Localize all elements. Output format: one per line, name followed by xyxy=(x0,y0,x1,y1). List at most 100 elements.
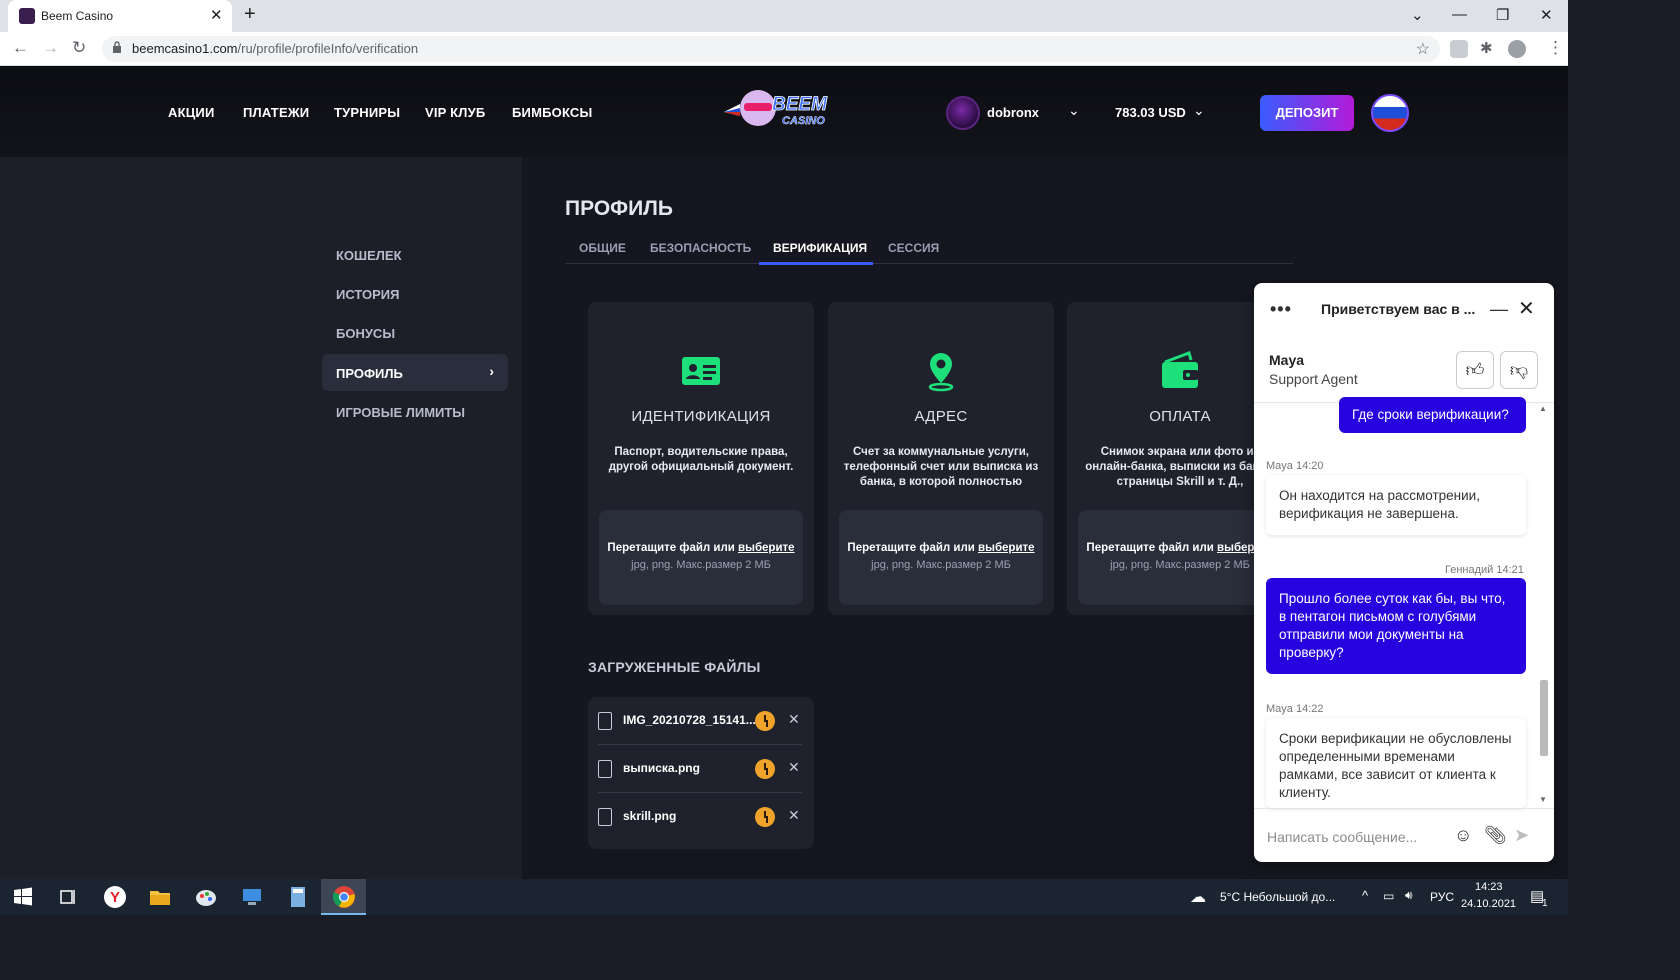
minimize-window-icon[interactable]: — xyxy=(1452,6,1467,23)
tab-security[interactable]: БЕЗОПАСНОСТЬ xyxy=(650,241,751,255)
close-tab-icon[interactable]: ✕ xyxy=(210,6,223,24)
balance-chevron-icon[interactable]: ⌄ xyxy=(1193,102,1205,119)
message-meta: Maya 14:20 xyxy=(1266,460,1324,472)
delete-file-icon[interactable]: ✕ xyxy=(788,807,800,824)
extensions-puzzle-icon[interactable]: ✱ xyxy=(1480,39,1493,57)
weather-text[interactable]: 5°C Небольшой до... xyxy=(1220,890,1335,904)
beem-casino-logo[interactable]: BEEM CASINO xyxy=(722,86,850,132)
message-meta: Геннадий 14:21 xyxy=(1445,564,1524,576)
user-avatar[interactable] xyxy=(946,96,980,130)
svg-text:BEEM: BEEM xyxy=(772,94,828,115)
volume-icon[interactable]: 🔊︎ xyxy=(1405,888,1413,903)
reload-icon[interactable]: ↻ xyxy=(72,38,86,58)
thumbs-down-icon[interactable]: 👎︎ xyxy=(1500,351,1538,389)
chat-menu-icon[interactable]: ••• xyxy=(1270,299,1292,320)
weather-cloud-icon[interactable]: ☁ xyxy=(1190,887,1206,907)
balance[interactable]: 783.03 USD xyxy=(1115,105,1186,120)
file-icon xyxy=(598,760,612,778)
card-description: Счет за коммунальные услуги, телефонный … xyxy=(843,446,1039,488)
network-icon[interactable]: ▭ xyxy=(1383,889,1394,903)
dropzone-text: Перетащите файл или xyxy=(1086,542,1218,554)
choose-file-link[interactable]: выберите xyxy=(738,542,795,554)
tab-general[interactable]: ОБЩИЕ xyxy=(579,241,626,255)
svg-text:CASINO: CASINO xyxy=(782,115,825,127)
dropzone-text: Перетащите файл или xyxy=(847,542,979,554)
file-dropzone[interactable]: Перетащите файл или выберите jpg, png. М… xyxy=(1078,510,1282,605)
input-language[interactable]: РУС xyxy=(1430,890,1454,904)
profile-avatar-icon[interactable] xyxy=(1508,40,1526,58)
paint-icon[interactable] xyxy=(194,885,218,909)
browser-menu-icon[interactable]: ⋮ xyxy=(1547,38,1564,58)
calculator-icon[interactable] xyxy=(286,885,310,909)
delete-file-icon[interactable]: ✕ xyxy=(788,711,800,728)
tab-title: Beem Casino xyxy=(41,9,114,23)
nav-beemboxes[interactable]: БИМБОКСЫ xyxy=(512,105,592,120)
minimize-chat-icon[interactable]: — xyxy=(1490,299,1508,320)
clock-time[interactable]: 14:23 xyxy=(1475,881,1503,893)
pending-clock-icon xyxy=(755,807,775,827)
new-tab-icon[interactable]: + xyxy=(244,3,256,26)
nav-vip-club[interactable]: VIP КЛУБ xyxy=(425,105,485,120)
site-favicon-icon xyxy=(19,8,35,24)
scroll-down-icon[interactable]: ▼ xyxy=(1539,795,1547,804)
thumbs-up-icon[interactable]: 👍︎ xyxy=(1456,351,1494,389)
file-dropzone[interactable]: Перетащите файл или выберите jpg, png. М… xyxy=(839,510,1043,605)
sidebar-item-profile[interactable]: ПРОФИЛЬ › xyxy=(322,354,508,391)
language-flag-icon[interactable] xyxy=(1371,94,1409,132)
nav-promotions[interactable]: АКЦИИ xyxy=(168,105,215,120)
sidebar-item-wallet[interactable]: КОШЕЛЕК xyxy=(322,236,508,273)
chat-input-divider xyxy=(1254,808,1554,809)
file-dropzone[interactable]: Перетащите файл или выберите jpg, png. М… xyxy=(599,510,803,605)
windows-taskbar: Y ☁ 5°C Небольшой до... ^ ▭ 🔊︎ РУС 14:23… xyxy=(0,879,1568,915)
back-icon[interactable]: ← xyxy=(12,38,29,58)
browser-toolbar: ← → ↻ beemcasino1.com/ru/profile/profile… xyxy=(0,32,1568,66)
chat-scroll-thumb[interactable] xyxy=(1540,680,1548,756)
browser-tabstrip: Beem Casino ✕ + ⌄ — ❐ ✕ xyxy=(0,0,1568,32)
support-chat-widget: ••• Приветствуем вас в ... — ✕ Maya Supp… xyxy=(1254,283,1554,862)
sidebar-item-label: ПРОФИЛЬ xyxy=(336,366,403,381)
clock-date[interactable]: 24.10.2021 xyxy=(1461,898,1516,910)
lock-icon xyxy=(113,41,121,53)
attach-icon[interactable]: 📎︎ xyxy=(1484,825,1507,846)
nav-tournaments[interactable]: ТУРНИРЫ xyxy=(334,105,400,120)
chat-message-input[interactable]: Написать сообщение... xyxy=(1267,829,1417,845)
remote-desktop-icon[interactable] xyxy=(240,885,264,909)
send-icon[interactable]: ➤ xyxy=(1514,825,1529,846)
tab-search-icon[interactable]: ⌄ xyxy=(1411,6,1424,24)
emoji-icon[interactable]: ☺ xyxy=(1454,825,1472,846)
close-window-icon[interactable]: ✕ xyxy=(1540,6,1553,24)
yandex-browser-icon[interactable]: Y xyxy=(103,885,127,909)
chat-message-user: Прошло более суток как бы, вы что, в пен… xyxy=(1266,578,1526,674)
file-name: выписка.png xyxy=(623,761,700,775)
forward-icon[interactable]: → xyxy=(42,38,59,58)
tab-session[interactable]: СЕССИЯ xyxy=(888,241,939,255)
sidebar-item-game-limits[interactable]: ИГРОВЫЕ ЛИМИТЫ xyxy=(322,393,508,430)
page-title: ПРОФИЛЬ xyxy=(565,197,674,220)
chrome-icon[interactable] xyxy=(332,885,356,909)
task-view-icon[interactable] xyxy=(56,885,80,909)
uploaded-files-list: IMG_20210728_15141... ✕ выписка.png ✕ sk… xyxy=(588,697,814,849)
uploaded-files-title: ЗАГРУЖЕННЫЕ ФАЙЛЫ xyxy=(588,659,761,675)
delete-file-icon[interactable]: ✕ xyxy=(788,759,800,776)
sidebar-item-history[interactable]: ИСТОРИЯ xyxy=(322,275,508,312)
notifications-count: 1 xyxy=(1542,898,1548,909)
bookmark-star-icon[interactable]: ☆ xyxy=(1416,39,1430,59)
agent-role: Support Agent xyxy=(1269,371,1358,387)
user-menu-chevron-icon[interactable]: ⌄ xyxy=(1068,102,1080,119)
username[interactable]: dobronx xyxy=(987,105,1039,120)
scroll-up-icon[interactable]: ▲ xyxy=(1539,404,1547,413)
restore-window-icon[interactable]: ❐ xyxy=(1496,6,1509,24)
browser-tab[interactable]: Beem Casino ✕ xyxy=(8,0,232,32)
nav-payments[interactable]: ПЛАТЕЖИ xyxy=(243,105,309,120)
extension-icon[interactable] xyxy=(1450,40,1468,58)
close-chat-icon[interactable]: ✕ xyxy=(1518,296,1535,321)
sidebar-item-bonuses[interactable]: БОНУСЫ xyxy=(322,314,508,351)
deposit-button[interactable]: ДЕПОЗИТ xyxy=(1260,95,1354,131)
address-bar[interactable]: beemcasino1.com/ru/profile/profileInfo/v… xyxy=(102,36,1440,62)
choose-file-link[interactable]: выберите xyxy=(978,542,1035,554)
tab-verification[interactable]: ВЕРИФИКАЦИЯ xyxy=(773,241,867,255)
show-hidden-icons-icon[interactable]: ^ xyxy=(1362,888,1368,903)
url-text: beemcasino1.com/ru/profile/profileInfo/v… xyxy=(132,41,419,56)
file-explorer-icon[interactable] xyxy=(148,885,172,909)
windows-start-icon[interactable] xyxy=(11,885,35,909)
